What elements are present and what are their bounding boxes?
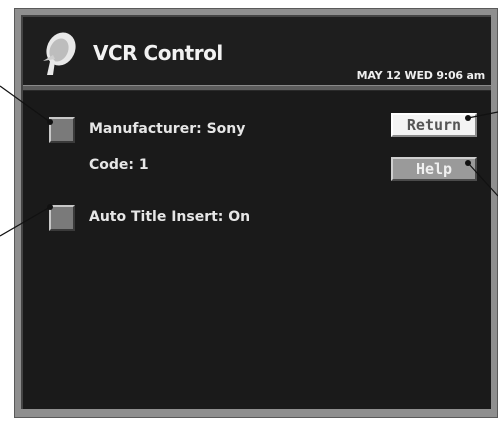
auto-title-insert-setting: Auto Title Insert: On [89,209,250,225]
auto-title-insert-label: Auto Title Insert: [89,209,224,225]
satellite-dish-icon [43,32,76,75]
date-time-display: MAY 12 WED 9:06 am [356,69,486,82]
auto-title-insert-button[interactable] [49,205,75,231]
vcr-control-screen: VCR Control MAY 12 WED 9:06 am Manufactu… [21,15,491,409]
code-setting: Code: 1 [89,157,149,173]
page-title: VCR Control [93,41,223,65]
header-divider [23,85,491,91]
tv-screen-frame: VCR Control MAY 12 WED 9:06 am Manufactu… [14,8,498,418]
manufacturer-label: Manufacturer: [89,121,202,137]
return-button[interactable]: Return [391,113,477,137]
manufacturer-select-button[interactable] [49,117,75,143]
auto-title-insert-value: On [228,209,251,225]
manufacturer-setting: Manufacturer: Sony [89,121,245,137]
manufacturer-value: Sony [206,121,246,137]
code-label: Code: [89,157,135,173]
help-button[interactable]: Help [391,157,477,181]
code-value: 1 [138,157,149,173]
header-bar: VCR Control MAY 12 WED 9:06 am [23,17,491,85]
